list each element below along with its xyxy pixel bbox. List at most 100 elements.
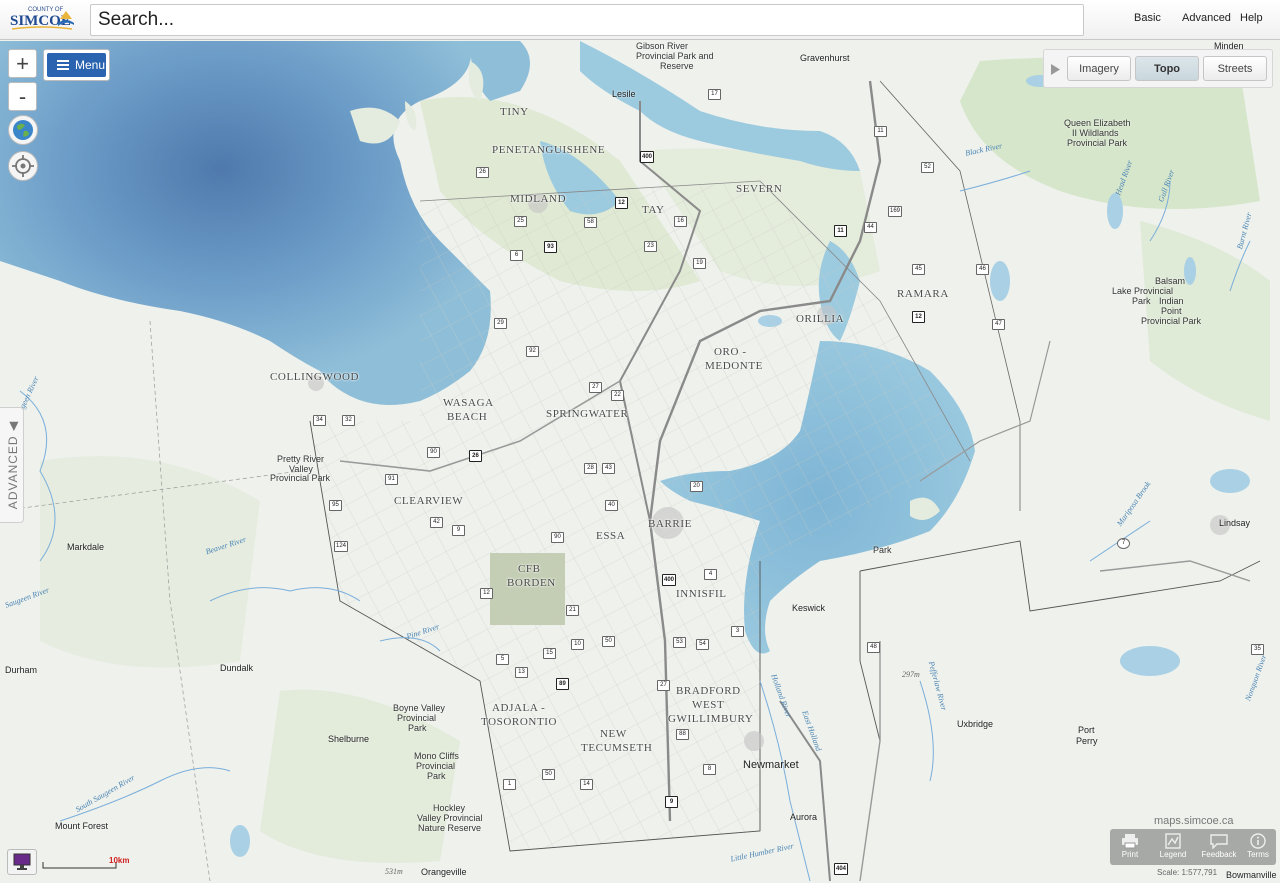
highway-shield: 53	[673, 637, 686, 648]
park-label: Provincial	[416, 761, 456, 771]
highway-shield: 11	[874, 126, 887, 137]
zoom-in-button[interactable]: +	[8, 49, 37, 78]
globe-button[interactable]	[8, 115, 38, 145]
simcoe-logo[interactable]: COUNTY OF SIMCOE	[8, 3, 76, 35]
highway-shield: 42	[430, 517, 443, 528]
park-label: Lake Provincial	[1112, 286, 1174, 296]
municipality-label: ESSA	[596, 530, 626, 542]
town-label: Port	[1078, 725, 1095, 735]
highway-shield: 44	[864, 222, 877, 233]
highway-shield: 6	[510, 250, 523, 261]
highway-shield: 89	[556, 678, 569, 690]
municipality-label: MEDONTE	[705, 360, 763, 372]
elevation-label: 531m	[385, 867, 403, 876]
imagery-button[interactable]: Imagery	[1067, 56, 1131, 81]
top-bar: COUNTY OF SIMCOE Basic Advanced Help	[0, 0, 1280, 40]
highway-shield: 12	[912, 311, 925, 323]
highway-shield: 23	[644, 241, 657, 252]
highway-shield: 4	[704, 569, 717, 580]
highway-shield: 12	[480, 588, 493, 599]
highway-shield: 50	[602, 636, 615, 647]
print-button[interactable]: Print	[1110, 829, 1150, 865]
highway-shield: 91	[385, 474, 398, 485]
park-label: Pretty River	[277, 454, 325, 464]
highway-shield: 50	[542, 769, 555, 780]
municipality-label: TECUMSETH	[581, 742, 653, 754]
municipality-label: NEW	[600, 728, 627, 740]
highway-shield: 14	[580, 779, 593, 790]
search-input[interactable]	[90, 4, 1084, 36]
park-label: Nature Reserve	[418, 823, 482, 833]
highway-shield: 35	[1251, 644, 1264, 655]
park-label: Park	[427, 771, 446, 781]
park-label: Provincial Park	[1067, 138, 1128, 148]
legend-button[interactable]: Legend	[1150, 829, 1196, 865]
map-tools: Print Legend Feedback Terms	[1110, 829, 1276, 865]
highway-shield: 32	[342, 415, 355, 426]
municipality-label: BEACH	[447, 411, 488, 423]
terms-button[interactable]: Terms	[1240, 829, 1276, 865]
basemap-switcher: Imagery Topo Streets	[1043, 49, 1273, 88]
highway-shield: 9	[665, 796, 678, 808]
town-label: Keswick	[792, 603, 826, 613]
highway-shield: 90	[427, 447, 440, 458]
locate-button[interactable]	[8, 151, 38, 181]
town-label: Durham	[5, 665, 38, 675]
highway-shield: 43	[602, 463, 615, 474]
highway-shield: 26	[469, 450, 482, 462]
map-label: Provincial Park and	[636, 51, 714, 61]
town-label: Aurora	[790, 812, 818, 822]
highway-shield: 9	[452, 525, 465, 536]
municipality-label: INNISFIL	[676, 588, 727, 600]
park-label: Hockley	[433, 803, 466, 813]
highway-shield: 12	[615, 197, 628, 209]
topo-button[interactable]: Topo	[1135, 56, 1199, 81]
fullscreen-button[interactable]	[7, 849, 37, 875]
town-label: Dundalk	[220, 663, 254, 673]
highway-shield: 95	[329, 500, 342, 511]
collapse-arrow-icon[interactable]	[1051, 64, 1060, 75]
highway-shield: 17	[708, 89, 721, 100]
municipality-label: MIDLAND	[510, 193, 567, 205]
park-label: Valley Provincial	[417, 813, 483, 823]
map-canvas[interactable]: Gibson River Provincial Park and Reserve…	[0, 41, 1280, 883]
highway-shield: 88	[676, 729, 689, 740]
advanced-panel-tab[interactable]: ADVANCED ◀	[0, 407, 24, 523]
hamburger-icon	[57, 60, 69, 70]
town-label: Gravenhurst	[800, 53, 850, 63]
streets-button[interactable]: Streets	[1203, 56, 1267, 81]
highway-shield: 10	[571, 639, 584, 650]
advanced-link[interactable]: Advanced	[1182, 12, 1231, 24]
highway-shield: 47	[992, 319, 1005, 330]
chat-icon	[1210, 834, 1228, 849]
topo-basemap	[0, 41, 1280, 883]
park-label: Boyne Valley	[393, 703, 445, 713]
town-label: Newmarket	[743, 759, 799, 771]
advanced-label: ADVANCED ◀	[6, 420, 20, 510]
highway-shield: 92	[526, 346, 539, 357]
park-label: Mono Cliffs	[414, 751, 459, 761]
town-label: Uxbridge	[957, 719, 994, 729]
town-label: Perry	[1076, 736, 1098, 746]
park-label: Provincial Park	[1141, 316, 1202, 326]
municipality-label: CFB	[518, 563, 541, 575]
park-label: Park	[1132, 296, 1151, 306]
highway-shield: 27	[657, 680, 670, 691]
park-label: Queen Elizabeth	[1064, 118, 1131, 128]
scale-bar-label: 10km	[109, 856, 130, 865]
municipality-label: TINY	[500, 106, 529, 118]
basic-link[interactable]: Basic	[1134, 12, 1161, 24]
feedback-button[interactable]: Feedback	[1196, 829, 1242, 865]
menu-button[interactable]: Menu	[43, 49, 110, 81]
help-link[interactable]: Help	[1240, 12, 1263, 24]
elevation-label: 297m	[902, 670, 920, 679]
park-label: Balsam	[1155, 276, 1186, 286]
monitor-icon	[13, 853, 31, 870]
town-label: Lindsay	[1219, 518, 1251, 528]
highway-shield: 13	[515, 667, 528, 678]
highway-shield: 8	[703, 764, 716, 775]
highway-shield: 22	[611, 390, 624, 401]
town-label: Orangeville	[421, 867, 467, 877]
zoom-out-button[interactable]: -	[8, 82, 37, 111]
municipality-label: PENETANGUISHENE	[492, 144, 606, 156]
